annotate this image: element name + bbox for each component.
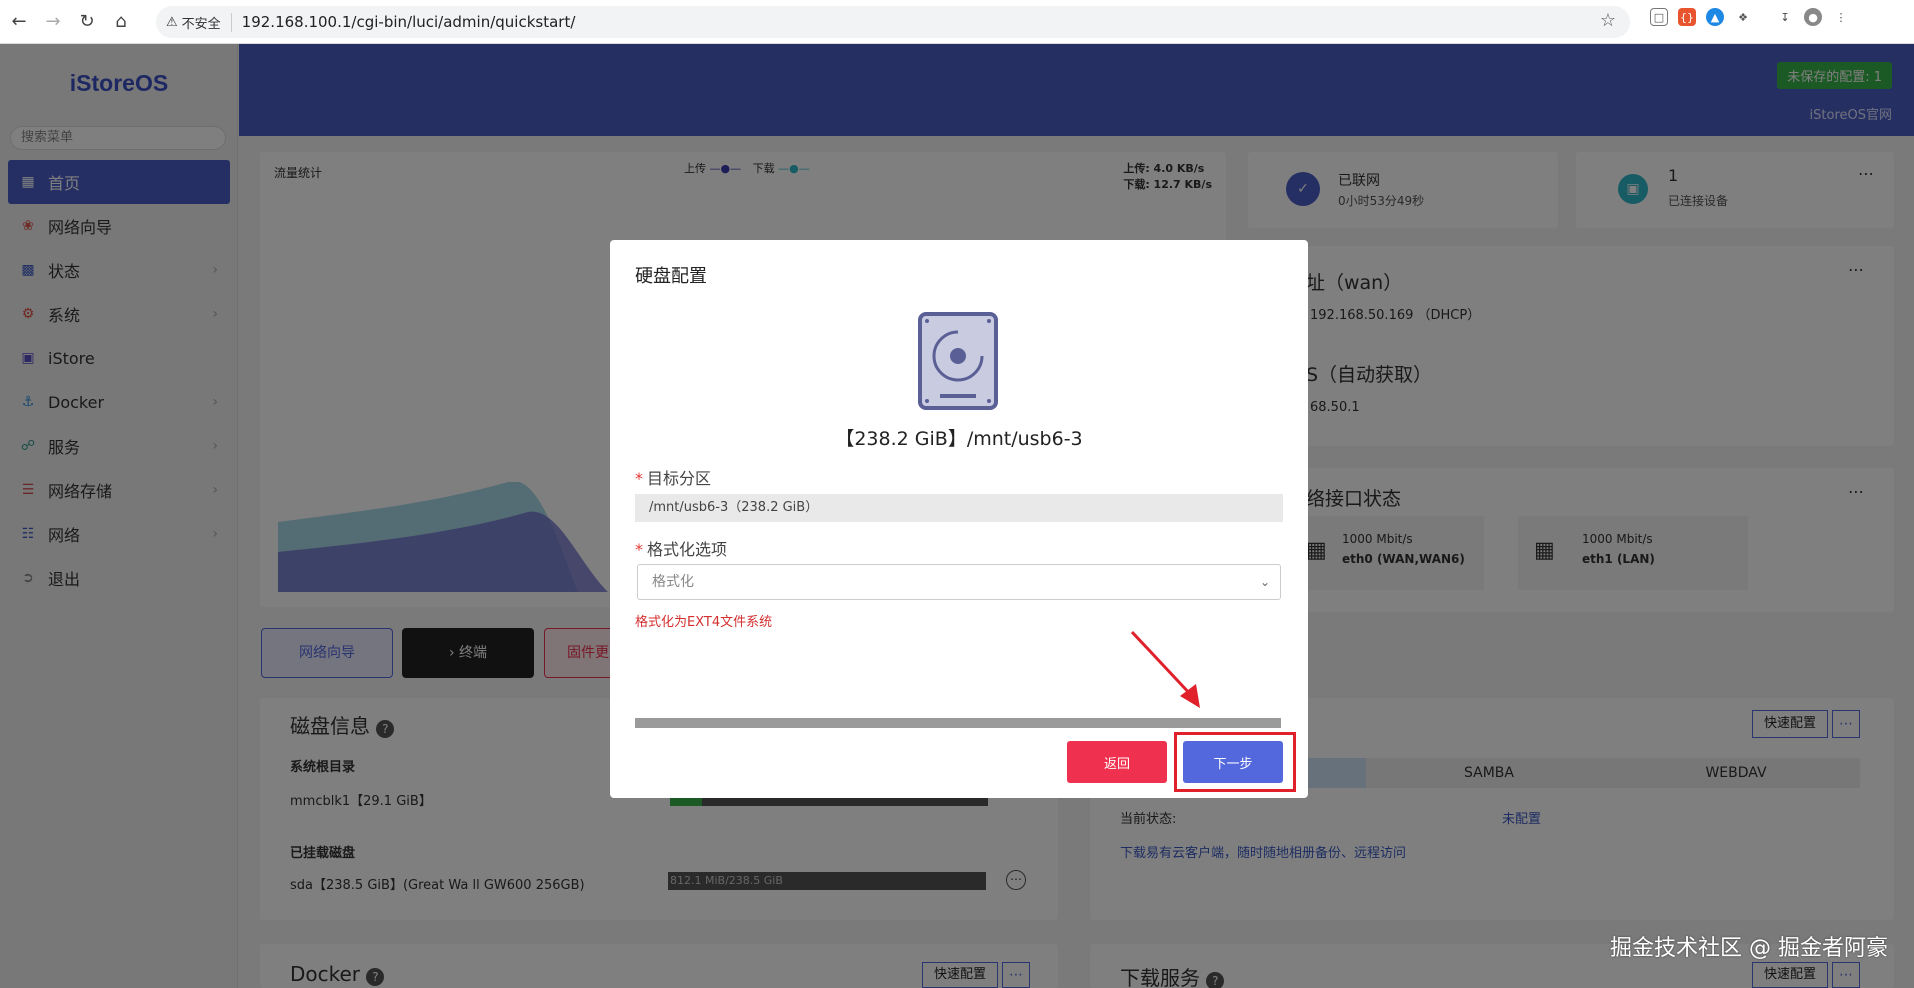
warning-icon: ⚠ [166,14,178,30]
format-note: 格式化为EXT4文件系统 [635,615,773,630]
profile-avatar-icon[interactable]: ● [1804,8,1822,26]
chevron-down-icon: ⌄ [1259,575,1270,589]
back-button[interactable]: 返回 [1067,741,1167,783]
annotation-highlight-box [1174,732,1296,792]
dialog-title: 硬盘配置 [635,266,707,287]
watermark: 掘金技术社区 @ 掘金者阿豪 [1610,936,1888,961]
disk-config-dialog: 硬盘配置 【238.2 GiB】/mnt/usb6-3 * 目标分区 /mnt/u… [610,240,1308,798]
url-text[interactable]: 192.168.100.1/cgi-bin/luci/admin/quickst… [242,13,576,31]
extension-blue-icon[interactable]: ▲ [1706,8,1724,26]
format-option-select[interactable]: 格式化 ⌄ [637,564,1281,600]
back-icon[interactable]: ← [4,7,34,37]
browser-toolbar: ← → ↻ ⌂ ⚠ 不安全 192.168.100.1/cgi-bin/luci… [0,0,1914,44]
extension-icons: □ {} ▲ ❖ ↧ ● ⋮ [1650,8,1850,26]
bookmark-star-icon[interactable]: ☆ [1600,10,1616,31]
home-icon[interactable]: ⌂ [106,7,136,37]
puzzle-icon[interactable]: ❖ [1734,8,1752,26]
forward-icon[interactable]: → [38,7,68,37]
reload-icon[interactable]: ↻ [72,7,102,37]
hard-disk-icon [918,312,998,410]
extension-red-icon[interactable]: {} [1678,8,1696,26]
format-option-label: * 格式化选项 [635,540,728,559]
annotation-arrow [1130,630,1200,708]
progress-bar [635,718,1281,728]
download-icon[interactable]: ↧ [1776,8,1794,26]
insecure-badge[interactable]: ⚠ 不安全 [166,12,232,32]
clipboard-icon[interactable]: □ [1650,8,1668,26]
disk-label: 【238.2 GiB】/mnt/usb6-3 [835,428,1083,450]
more-vert-icon[interactable]: ⋮ [1832,8,1850,26]
address-bar[interactable]: ⚠ 不安全 192.168.100.1/cgi-bin/luci/admin/q… [156,6,1630,38]
target-partition-field: /mnt/usb6-3（238.2 GiB） [635,494,1283,522]
target-partition-label: * 目标分区 [635,469,712,488]
